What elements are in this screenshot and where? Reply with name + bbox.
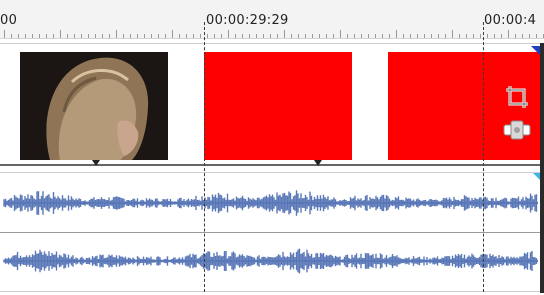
ruler-tick [60,30,61,38]
ruler-tick [137,34,138,38]
ruler-timecode-left: 00 [0,13,18,28]
ruler-tick [200,34,201,38]
ruler-tick [382,34,383,38]
event-fx-icon[interactable] [502,119,532,145]
ruler-tick [501,34,502,38]
ruler-tick [144,34,145,38]
ruler-tick [88,34,89,38]
ruler-timecode-right: 00:00:4 [484,13,537,28]
ruler-tick [319,34,320,38]
ruler-tick [39,34,40,38]
ruler-tick [186,34,187,38]
ruler-tick [158,34,159,38]
ruler-tick [326,34,327,38]
marker-line[interactable] [204,22,205,292]
ruler-tick [536,34,537,38]
ruler-tick [480,34,481,38]
ruler-tick [270,34,271,38]
ruler-tick [466,34,467,38]
ruler-tick [74,34,75,38]
ruler-tick [32,34,33,38]
ruler-tick [424,34,425,38]
ruler-tick [291,34,292,38]
ruler-tick [333,34,334,38]
ruler-tick [445,34,446,38]
audio-channel-separator [0,232,540,233]
ruler-tick [228,30,229,38]
video-event-thumbnail[interactable] [20,52,168,160]
ruler-tick [284,30,285,38]
ruler-tick [452,30,453,38]
ruler-tick [221,34,222,38]
ruler-tick [529,34,530,38]
ruler-tick [46,34,47,38]
track-right-edge [540,43,544,293]
ruler-tick [172,30,173,38]
ruler-tick [396,30,397,38]
ruler-tick [95,34,96,38]
video-thumbnail-frame [20,52,168,160]
ruler-tick [263,34,264,38]
ruler-tick [214,34,215,38]
ruler-tick [522,34,523,38]
ruler-tick [410,34,411,38]
video-event-solid-red-1[interactable] [204,52,352,160]
ruler-tick [312,34,313,38]
video-track[interactable] [0,43,544,166]
ruler-tick [487,34,488,38]
ruler-tick [438,34,439,38]
crop-icon[interactable] [504,84,530,114]
ruler-tick [417,34,418,38]
ruler-tick [459,34,460,38]
ruler-tick [347,34,348,38]
ruler-tick [249,34,250,38]
audio-track[interactable] [0,172,544,292]
ruler-tick [4,30,5,38]
ruler-tick [151,34,152,38]
ruler-tick [25,34,26,38]
ruler-tick [179,34,180,38]
ruler-tick [340,30,341,38]
ruler-tick [305,34,306,38]
ruler-tick [473,34,474,38]
event-fade-handle[interactable] [314,160,322,166]
ruler-tick [165,34,166,38]
ruler-tick [193,34,194,38]
ruler-tick [368,34,369,38]
ruler-tick [277,34,278,38]
ruler-tick [53,34,54,38]
ruler-tick [123,34,124,38]
ruler-tick [515,34,516,38]
event-fade-handle[interactable] [92,160,100,166]
ruler-tick [375,34,376,38]
ruler-tick [403,34,404,38]
ruler-tick [256,34,257,38]
ruler-tick [494,34,495,38]
ruler-tick [130,34,131,38]
ruler-timecode-center: 00:00:29:29 [206,13,289,28]
marker-line[interactable] [483,22,484,292]
ruler-tick [354,34,355,38]
track-end-marker [531,46,540,55]
ruler-tick [235,34,236,38]
ruler-tick [508,30,509,38]
ruler-tick [389,34,390,38]
ruler-tick [242,34,243,38]
ruler-tick [67,34,68,38]
ruler-tick [116,30,117,38]
ruler-tick [298,34,299,38]
ruler-tick [361,34,362,38]
timeline-ruler[interactable]: 00 00:00:29:29 00:00:4 [0,0,544,39]
ruler-tick [102,34,103,38]
ruler-tick [431,34,432,38]
ruler-tick [207,34,208,38]
ruler-tick [81,34,82,38]
ruler-tick [11,34,12,38]
ruler-tick [18,34,19,38]
ruler-tick [109,34,110,38]
